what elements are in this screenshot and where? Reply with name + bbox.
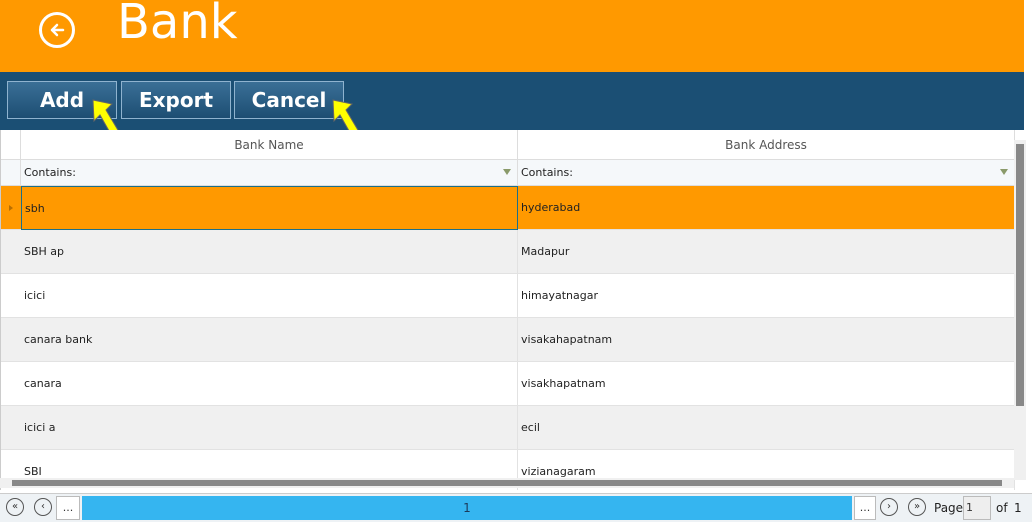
horizontal-scrollbar[interactable] — [0, 478, 1014, 488]
cell-bank-name[interactable]: SBH ap — [21, 230, 518, 274]
column-header-bank-name[interactable]: Bank Name — [21, 130, 518, 160]
pager-ellipsis-left[interactable]: ... — [56, 496, 80, 520]
cell-bank-name[interactable]: icici — [21, 274, 518, 318]
cell-bank-address[interactable]: Madapur — [518, 230, 1015, 274]
table-row[interactable]: sbh hyderabad — [1, 186, 1015, 230]
cell-bank-address[interactable]: visakhapatnam — [518, 362, 1015, 406]
column-header-bank-address[interactable]: Bank Address — [518, 130, 1015, 160]
funnel-icon[interactable] — [1000, 169, 1008, 175]
filter-bank-name[interactable]: Contains: — [21, 160, 518, 186]
vertical-scroll-thumb[interactable] — [1016, 144, 1024, 406]
table-row[interactable]: canara visakhapatnam — [1, 362, 1015, 406]
cell-bank-name[interactable]: icici a — [21, 406, 518, 450]
filter-label: Contains: — [24, 166, 76, 179]
table-row[interactable]: icici himayatnagar — [1, 274, 1015, 318]
page-title: Bank — [117, 0, 238, 50]
row-indicator-header — [1, 130, 21, 160]
app-header: Bank — [0, 0, 1024, 72]
pager-ellipsis-right[interactable]: ... — [854, 496, 876, 520]
next-page-icon[interactable]: › — [880, 498, 898, 516]
previous-page-icon[interactable]: ‹ — [34, 498, 52, 516]
table-row[interactable]: SBH ap Madapur — [1, 230, 1015, 274]
page-label: Page — [934, 501, 964, 515]
row-indicator — [1, 186, 21, 230]
cell-bank-address[interactable]: himayatnagar — [518, 274, 1015, 318]
table-row[interactable]: icici a ecil — [1, 406, 1015, 450]
cell-bank-name[interactable]: sbh — [21, 186, 518, 230]
page-number-button[interactable]: 1 — [82, 496, 852, 520]
toolbar: Add Export Cancel — [0, 72, 1024, 130]
first-page-icon[interactable]: « — [6, 498, 24, 516]
of-label: of — [996, 501, 1008, 515]
vertical-scrollbar[interactable] — [1014, 140, 1026, 480]
horizontal-scroll-thumb[interactable] — [12, 480, 1002, 486]
last-page-icon[interactable]: » — [908, 498, 926, 516]
funnel-icon[interactable] — [503, 169, 511, 175]
filter-indicator-cell — [1, 160, 21, 186]
bank-grid: Bank Name Bank Address Contains: Contain… — [0, 130, 1015, 490]
cell-bank-address[interactable]: ecil — [518, 406, 1015, 450]
total-pages: 1 — [1014, 501, 1022, 515]
cell-bank-name[interactable]: canara — [21, 362, 518, 406]
pager: « ‹ ... 1 ... › » Page 1 of 1 — [0, 493, 1032, 522]
cell-bank-address[interactable]: visakahapatnam — [518, 318, 1015, 362]
cell-bank-address[interactable]: hyderabad — [518, 186, 1015, 230]
back-arrow-icon[interactable] — [39, 12, 75, 48]
table-row[interactable]: canara bank visakahapatnam — [1, 318, 1015, 362]
filter-bank-address[interactable]: Contains: — [518, 160, 1015, 186]
page-input[interactable]: 1 — [963, 496, 991, 520]
filter-label: Contains: — [521, 166, 573, 179]
cell-bank-name[interactable]: canara bank — [21, 318, 518, 362]
